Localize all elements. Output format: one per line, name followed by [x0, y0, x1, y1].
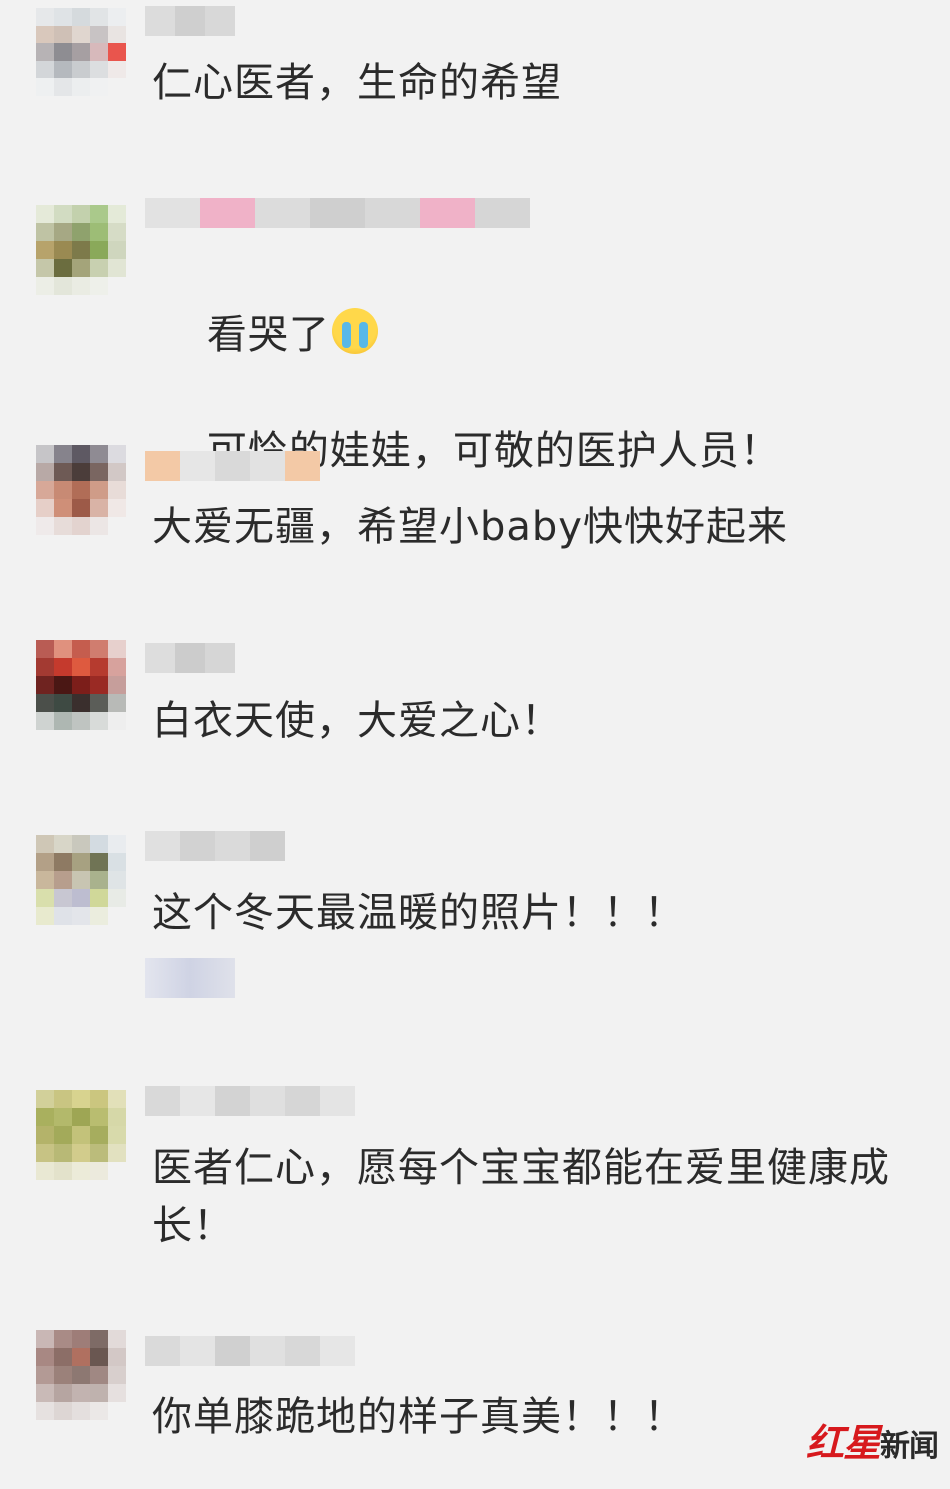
avatar[interactable]: [36, 1330, 126, 1420]
avatar[interactable]: [36, 835, 126, 925]
comment-text: 看哭了 可怜的娃娃，可敬的医护人员！: [152, 248, 950, 538]
avatar[interactable]: [36, 445, 126, 535]
nickname-blurred[interactable]: [145, 637, 235, 679]
comment-text: 大爱无疆，希望小baby快快好起来: [152, 504, 788, 550]
avatar[interactable]: [36, 205, 126, 295]
comment-text: 这个冬天最温暖的照片！！！: [152, 890, 685, 936]
nickname-blurred[interactable]: [145, 825, 285, 867]
avatar[interactable]: [36, 640, 126, 730]
comment-text: 医者仁心，愿每个宝宝都能在爱里健康成长！: [152, 1145, 890, 1249]
nickname-blurred[interactable]: [145, 1080, 355, 1122]
comment-text: 白衣天使，大爱之心！: [152, 698, 562, 744]
nickname-blurred[interactable]: [145, 1330, 355, 1372]
nickname-blurred[interactable]: [145, 445, 320, 487]
watermark-brand-news: 新闻: [880, 1429, 939, 1464]
comment-text: 仁心医者，生命的希望: [152, 60, 562, 106]
reply-blurred[interactable]: [145, 958, 235, 998]
crying-face-icon: [331, 308, 378, 354]
avatar[interactable]: [36, 1090, 126, 1180]
comment-text-line: 看哭了: [206, 312, 330, 358]
watermark-brand-red: 红星: [805, 1420, 881, 1465]
nickname-blurred[interactable]: [145, 0, 235, 42]
nickname-blurred[interactable]: [145, 192, 530, 234]
avatar[interactable]: [36, 8, 126, 96]
watermark-logo: 红星新闻: [805, 1412, 939, 1467]
